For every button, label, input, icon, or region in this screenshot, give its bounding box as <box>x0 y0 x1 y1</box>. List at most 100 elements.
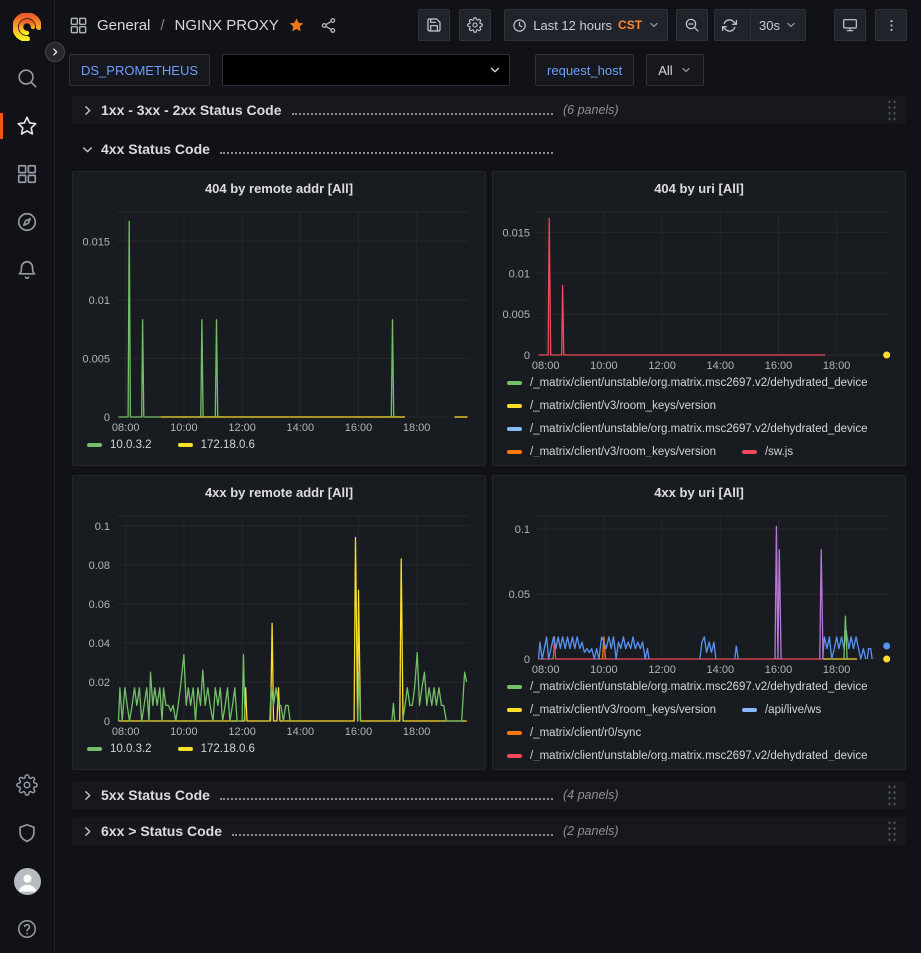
chart-canvas[interactable]: 00.020.040.060.080.108:0010:0012:0014:00… <box>81 506 477 737</box>
legend-item[interactable]: /_matrix/client/unstable/org.matrix.msc2… <box>507 681 868 693</box>
panel-title[interactable]: 4xx by remote addr [All] <box>81 480 477 506</box>
request-host-select[interactable]: All <box>646 54 703 86</box>
series-end-dot <box>883 655 890 662</box>
legend-item[interactable]: /_matrix/client/v3/room_keys/version <box>507 446 716 457</box>
legend-item[interactable]: /sw.js <box>742 446 793 457</box>
panel-legend: /_matrix/client/unstable/org.matrix.msc2… <box>501 372 897 457</box>
datasource-select[interactable] <box>222 54 510 86</box>
sidebar <box>0 0 55 953</box>
x-axis-tick-label: 10:00 <box>590 360 618 372</box>
x-axis-tick-label: 16:00 <box>765 360 793 372</box>
share-icon[interactable] <box>320 17 337 34</box>
y-axis-tick-label: 0.01 <box>89 295 110 307</box>
page-title: NGINX PROXY <box>175 17 279 34</box>
series-end-dot <box>883 351 890 358</box>
x-axis-tick-label: 12:00 <box>228 726 256 737</box>
legend-item[interactable]: 10.0.3.2 <box>87 743 152 755</box>
panel-title[interactable]: 4xx by uri [All] <box>501 480 897 506</box>
x-axis-tick-label: 10:00 <box>170 422 198 433</box>
sidebar-item-help[interactable] <box>0 905 55 953</box>
row-header-4xx[interactable]: 4xx Status Code <box>72 135 906 163</box>
y-axis-tick-label: 0 <box>104 716 110 728</box>
legend-swatch <box>507 404 522 408</box>
time-range-picker[interactable]: Last 12 hours CST <box>504 9 668 41</box>
x-axis-tick-label: 16:00 <box>765 664 793 676</box>
sidebar-item-profile[interactable] <box>0 857 55 905</box>
chart-canvas[interactable]: 00.050.108:0010:0012:0014:0016:0018:00 <box>501 506 897 676</box>
row-drag-handle[interactable] <box>887 784 897 806</box>
clock-icon <box>512 18 527 33</box>
sidebar-expand-button[interactable] <box>45 42 65 62</box>
legend-item[interactable]: /_matrix/client/r0/sync <box>507 727 641 739</box>
row-panel-count: (4 panels) <box>563 788 619 802</box>
x-axis-tick-label: 18:00 <box>823 360 851 372</box>
sidebar-item-explore[interactable] <box>0 198 55 246</box>
legend-label: 172.18.0.6 <box>201 743 255 755</box>
series-line <box>539 218 826 355</box>
timezone-label: CST <box>618 18 642 32</box>
y-axis-tick-label: 0.1 <box>515 524 530 536</box>
sidebar-item-search[interactable] <box>0 54 55 102</box>
legend-item[interactable]: /_matrix/client/unstable/org.matrix.msc2… <box>507 377 868 389</box>
sidebar-item-starred[interactable] <box>0 102 55 150</box>
legend-item[interactable]: /_matrix/client/v3/room_keys/version <box>507 400 716 412</box>
row-dotted-leader <box>220 798 553 800</box>
breadcrumb-section[interactable]: General <box>97 17 150 34</box>
zoom-out-button[interactable] <box>676 9 708 41</box>
panel-title[interactable]: 404 by remote addr [All] <box>81 176 477 202</box>
series-line <box>539 637 826 659</box>
sidebar-item-configuration[interactable] <box>0 761 55 809</box>
refresh-interval-label: 30s <box>759 18 780 33</box>
series-line <box>201 320 203 417</box>
legend-item[interactable]: /api/live/ws <box>742 704 821 716</box>
series-end-dot <box>883 642 890 649</box>
x-axis-tick-label: 16:00 <box>345 422 373 433</box>
legend-label: /_matrix/client/unstable/org.matrix.msc2… <box>530 377 868 389</box>
row-header-5xx[interactable]: 5xx Status Code (4 panels) <box>72 781 906 809</box>
chart-canvas[interactable]: 00.0050.010.01508:0010:0012:0014:0016:00… <box>501 202 897 372</box>
x-axis-tick-label: 12:00 <box>648 664 676 676</box>
y-axis-tick-label: 0 <box>104 412 110 424</box>
legend-item[interactable]: 10.0.3.2 <box>87 439 152 451</box>
panel-title[interactable]: 404 by uri [All] <box>501 176 897 202</box>
dashboard-settings-button[interactable] <box>459 9 491 41</box>
legend-item[interactable]: 172.18.0.6 <box>178 743 255 755</box>
legend-item[interactable]: /_matrix/client/unstable/org.matrix.msc2… <box>507 423 868 435</box>
x-axis-tick-label: 12:00 <box>228 422 256 433</box>
series-line <box>215 320 217 417</box>
row-header-1xx-3xx-2xx[interactable]: 1xx - 3xx - 2xx Status Code (6 panels) <box>72 96 906 124</box>
panel-legend: 10.0.3.2 172.18.0.6 <box>81 433 477 457</box>
y-axis-tick-label: 0.06 <box>89 599 110 611</box>
row-drag-handle[interactable] <box>887 99 897 121</box>
refresh-interval-dropdown[interactable]: 30s <box>750 10 801 40</box>
legend-label: /_matrix/client/unstable/org.matrix.msc2… <box>530 423 868 435</box>
refresh-button[interactable]: 30s <box>714 9 806 41</box>
bell-icon <box>16 259 38 281</box>
series-line <box>119 654 241 720</box>
request-host-variable-label[interactable]: request_host <box>535 54 634 86</box>
x-axis-tick-label: 14:00 <box>287 422 315 433</box>
row-header-6xx[interactable]: 6xx > Status Code (2 panels) <box>72 817 906 845</box>
time-range-label: Last 12 hours <box>533 18 612 33</box>
more-options-button[interactable] <box>875 9 907 41</box>
chart-canvas[interactable]: 00.0050.010.01508:0010:0012:0014:0016:00… <box>81 202 477 433</box>
sidebar-item-dashboards[interactable] <box>0 150 55 198</box>
cycle-view-mode-button[interactable] <box>834 9 866 41</box>
favorite-star-icon[interactable] <box>288 17 305 34</box>
legend-item[interactable]: /_matrix/client/unstable/org.matrix.msc2… <box>507 750 868 761</box>
sidebar-item-alerting[interactable] <box>0 246 55 294</box>
chevron-right-icon <box>50 47 60 57</box>
gear-icon <box>467 17 483 33</box>
legend-item[interactable]: /_matrix/client/v3/room_keys/version <box>507 704 716 716</box>
sidebar-item-server-admin[interactable] <box>0 809 55 857</box>
save-dashboard-button[interactable] <box>418 9 450 41</box>
row-drag-handle[interactable] <box>887 820 897 842</box>
legend-swatch <box>178 443 193 447</box>
chevron-down-icon <box>488 63 502 77</box>
legend-item[interactable]: 172.18.0.6 <box>178 439 255 451</box>
y-axis-tick-label: 0.08 <box>89 560 110 572</box>
chevron-down-icon <box>81 143 94 156</box>
avatar <box>14 868 41 895</box>
datasource-variable-label[interactable]: DS_PROMETHEUS <box>69 54 210 86</box>
variable-label-text: DS_PROMETHEUS <box>81 63 198 78</box>
